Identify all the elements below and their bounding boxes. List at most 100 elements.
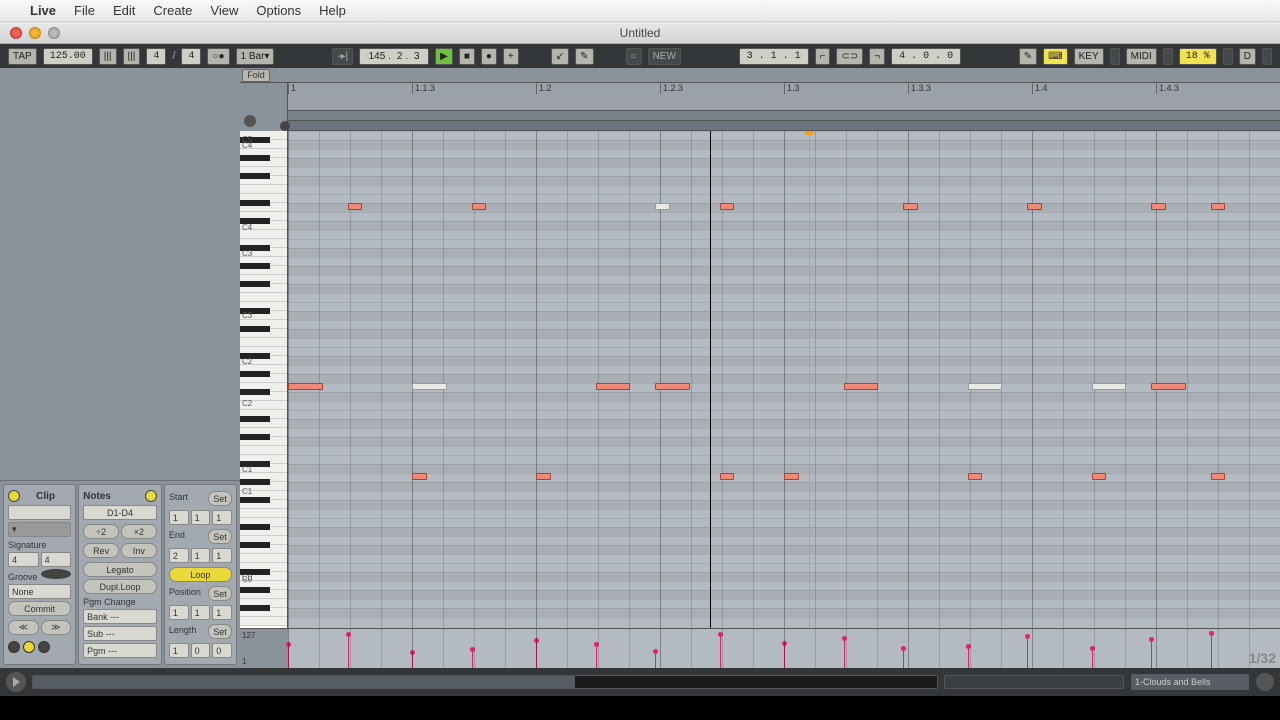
midi-note[interactable] <box>412 383 447 390</box>
menu-help[interactable]: Help <box>319 3 346 18</box>
clip-color-field[interactable]: ▾ <box>8 522 71 537</box>
midi-note[interactable] <box>1092 383 1127 390</box>
scrub-area[interactable] <box>288 111 1280 121</box>
double-time-button[interactable]: ×2 <box>121 524 157 539</box>
midi-note[interactable] <box>720 473 735 480</box>
midi-note[interactable] <box>655 383 690 390</box>
nudge-fwd[interactable]: ≫ <box>41 620 72 635</box>
midi-note[interactable] <box>596 383 631 390</box>
show-hide-button[interactable] <box>1256 673 1274 691</box>
len-set-button[interactable]: Set <box>208 624 232 639</box>
key-map-button[interactable]: KEY <box>1074 48 1104 65</box>
legato-button[interactable]: Legato <box>83 562 157 577</box>
midi-note[interactable] <box>968 383 1003 390</box>
computer-keyboard-button[interactable]: ⌨ <box>1043 48 1067 65</box>
loop-brace[interactable] <box>288 121 1280 131</box>
clip-box-notes[interactable] <box>23 641 35 653</box>
clip-sig-num[interactable]: 4 <box>8 552 39 567</box>
nudge-up-button[interactable]: ||| <box>123 48 141 65</box>
velocity-stem[interactable] <box>472 650 473 668</box>
menu-view[interactable]: View <box>210 3 238 18</box>
quantize-menu[interactable]: 1 Bar ▾ <box>236 48 275 65</box>
start-set-button[interactable]: Set <box>208 491 232 506</box>
loop-length-field[interactable]: 4 . 0 . 0 <box>891 48 961 65</box>
clip-name-field[interactable] <box>8 505 71 520</box>
nudge-down-button[interactable]: ||| <box>99 48 117 65</box>
midi-note[interactable] <box>655 203 670 210</box>
clip-sig-den[interactable]: 4 <box>41 552 72 567</box>
new-scene-button[interactable]: NEW <box>648 48 681 65</box>
menu-edit[interactable]: Edit <box>113 3 135 18</box>
punch-in-button[interactable]: ⌐ <box>815 48 831 65</box>
duplicate-loop-button[interactable]: Dupl.Loop <box>83 579 157 594</box>
velocity-stem[interactable] <box>655 652 656 668</box>
draw-mode-button[interactable]: ✎ <box>1019 48 1037 65</box>
midi-note[interactable] <box>844 383 879 390</box>
menu-options[interactable]: Options <box>256 3 301 18</box>
velocity-stem[interactable] <box>903 649 904 668</box>
status-play-button[interactable] <box>6 672 26 692</box>
piano-roll-keyboard[interactable]: C4C3C2C1C0C5C4C3C2C1C0 <box>240 131 288 628</box>
tap-tempo-button[interactable]: TAP <box>8 48 37 65</box>
midi-note[interactable] <box>412 473 427 480</box>
midi-note[interactable] <box>536 473 551 480</box>
menu-create[interactable]: Create <box>153 3 192 18</box>
end-beat[interactable]: 1 <box>191 548 211 563</box>
notes-activator[interactable] <box>145 490 157 502</box>
disk-overload-button[interactable]: D <box>1239 48 1256 65</box>
midi-note[interactable] <box>1151 203 1166 210</box>
play-button[interactable]: ▶ <box>435 48 453 65</box>
punch-out-button[interactable]: ¬ <box>869 48 885 65</box>
len-16th[interactable]: 0 <box>212 643 232 658</box>
menu-live[interactable]: Live <box>30 3 56 18</box>
velocity-stem[interactable] <box>968 647 969 668</box>
nudge-back[interactable]: ≪ <box>8 620 39 635</box>
commit-button[interactable]: Commit <box>8 601 71 616</box>
clip-box-l[interactable] <box>8 641 20 653</box>
overview-scrollbar[interactable] <box>944 675 1124 689</box>
velocity-stem[interactable] <box>720 635 721 668</box>
loop-switch[interactable]: ⊂⊃ <box>836 48 863 65</box>
midi-note[interactable] <box>348 203 363 210</box>
pos-bar[interactable]: 1 <box>169 605 189 620</box>
midi-note[interactable] <box>1151 383 1186 390</box>
stop-button[interactable]: ■ <box>459 48 475 65</box>
start-beat[interactable]: 1 <box>191 510 211 525</box>
end-16th[interactable]: 1 <box>212 548 232 563</box>
midi-note[interactable] <box>1211 473 1226 480</box>
program-select[interactable]: Pgm --- <box>83 643 157 658</box>
tempo-field[interactable]: 125.00 <box>43 48 93 65</box>
end-bar[interactable]: 2 <box>169 548 189 563</box>
close-window-button[interactable] <box>10 27 22 39</box>
note-grid[interactable] <box>288 131 1280 628</box>
clip-activator[interactable] <box>8 490 20 502</box>
midi-note[interactable] <box>784 473 799 480</box>
loop-start-field[interactable]: 3 . 1 . 1 <box>739 48 809 65</box>
device-slot[interactable]: 1-Clouds and Bells <box>1130 673 1250 691</box>
fold-button[interactable]: Fold <box>242 69 270 82</box>
clip-box-env[interactable] <box>38 641 50 653</box>
session-scrollbar[interactable] <box>32 675 938 689</box>
velocity-stem[interactable] <box>596 645 597 668</box>
timesig-numerator[interactable]: 4 <box>146 48 166 65</box>
time-ruler[interactable]: 11.1.31.21.2.31.31.3.31.41.4.32 <box>288 83 1280 111</box>
pos-beat[interactable]: 1 <box>191 605 211 620</box>
pos-set-button[interactable]: Set <box>208 586 232 601</box>
velocity-stem[interactable] <box>1092 649 1093 669</box>
groove-hotswap[interactable] <box>41 569 72 579</box>
automation-arm-button[interactable]: ✎ <box>575 48 593 65</box>
preview-button[interactable] <box>244 115 256 127</box>
end-set-button[interactable]: Set <box>208 529 232 544</box>
overdub-button[interactable]: + <box>503 48 519 65</box>
arrangement-position[interactable]: 145 . 2 . 3 <box>359 48 429 65</box>
start-16th[interactable]: 1 <box>212 510 232 525</box>
velocity-stem[interactable] <box>1211 634 1212 668</box>
metronome-button[interactable]: ○● <box>207 48 229 65</box>
midi-note[interactable] <box>1092 473 1107 480</box>
midi-note[interactable] <box>720 203 735 210</box>
velocity-stem[interactable] <box>844 639 845 668</box>
follow-button[interactable]: -▸| <box>332 48 353 65</box>
midi-note[interactable] <box>968 473 983 480</box>
loop-toggle[interactable]: Loop <box>169 567 232 582</box>
half-time-button[interactable]: ÷2 <box>83 524 119 539</box>
